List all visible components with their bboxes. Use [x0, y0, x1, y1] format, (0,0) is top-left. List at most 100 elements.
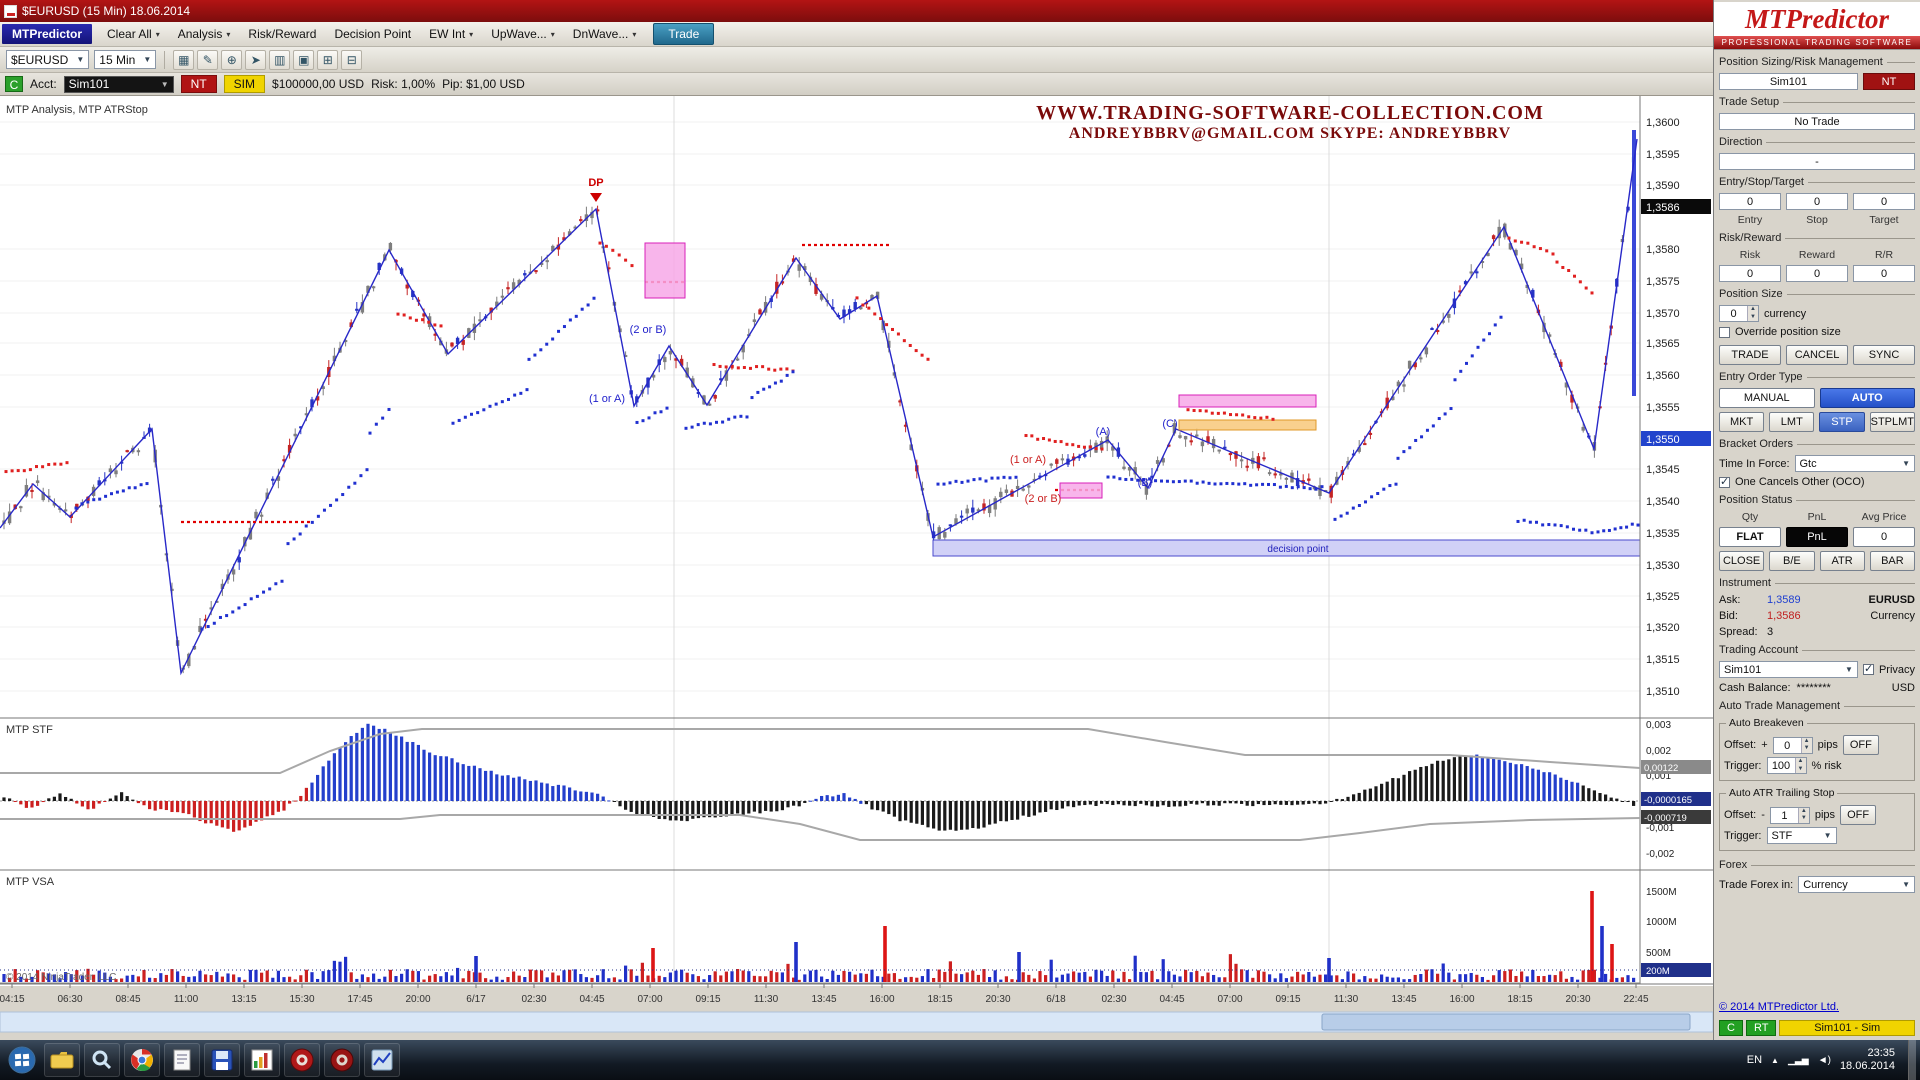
be-offset-stepper[interactable]: 0 ▲▼: [1773, 737, 1813, 754]
logo-title: MTPredictor: [1714, 2, 1920, 36]
svg-text:1,3545: 1,3545: [1646, 464, 1680, 476]
sync-button[interactable]: SYNC: [1853, 345, 1915, 365]
draw-pencil-icon[interactable]: ✎: [197, 50, 218, 70]
window-title: $EURUSD (15 Min) 18.06.2014: [22, 4, 1812, 18]
mtpredictor-link[interactable]: © 2014 MTPredictor Ltd.: [1719, 1001, 1915, 1013]
be-trigger-stepper[interactable]: 100 ▲▼: [1767, 757, 1807, 774]
menu-item-risk-reward[interactable]: Risk/Reward: [239, 24, 325, 44]
show-desktop-button[interactable]: [1908, 1040, 1916, 1080]
atr-offset-stepper[interactable]: 1 ▲▼: [1770, 807, 1810, 824]
system-tray: EN ▲ ▁▃▅ ◄) 23:35 18.06.2014: [1747, 1040, 1916, 1080]
svg-text:1,3600: 1,3600: [1646, 117, 1680, 129]
folder-icon[interactable]: [44, 1043, 80, 1077]
svg-text:-0,0000165: -0,0000165: [1644, 795, 1692, 806]
network-icon[interactable]: ▁▃▅: [1788, 1055, 1809, 1066]
privacy-checkbox[interactable]: [1863, 664, 1874, 675]
mtpredictor-icon[interactable]: [364, 1043, 400, 1077]
indicators-icon[interactable]: ▦: [173, 50, 194, 70]
chevron-down-icon: ▼: [76, 55, 84, 64]
save-icon[interactable]: [204, 1043, 240, 1077]
reward-label: Reward: [1786, 249, 1848, 261]
mkt-button[interactable]: MKT: [1719, 412, 1764, 432]
interval-selector[interactable]: 15 Min▼: [94, 50, 156, 69]
tif-selector[interactable]: Gtc▼: [1795, 455, 1916, 472]
ninjatrader-icon-1[interactable]: [284, 1043, 320, 1077]
svg-text:-0,001: -0,001: [1646, 823, 1675, 834]
position-size-stepper[interactable]: 0 ▲▼: [1719, 305, 1759, 322]
grid-icon[interactable]: ⊞: [317, 50, 338, 70]
atr-off-button[interactable]: OFF: [1840, 805, 1876, 825]
entry-field[interactable]: 0: [1719, 193, 1781, 210]
auto-button[interactable]: AUTO: [1820, 388, 1916, 408]
section-direction: Direction: [1719, 136, 1915, 148]
atr-pips-label: pips: [1815, 809, 1835, 821]
atr-trigger-selector[interactable]: STF▼: [1767, 827, 1837, 844]
language-indicator[interactable]: EN: [1747, 1054, 1762, 1066]
svg-text:02:30: 02:30: [521, 994, 546, 1005]
cancel-button[interactable]: CANCEL: [1786, 345, 1848, 365]
taskbar-clock[interactable]: 23:35 18.06.2014: [1840, 1047, 1895, 1073]
menu-bar: MTPredictor Clear All▾Analysis▾Risk/Rewa…: [0, 22, 1920, 47]
stop-field[interactable]: 0: [1786, 193, 1848, 210]
menu-item-ew-int[interactable]: EW Int▾: [420, 24, 482, 44]
be-pips-label: pips: [1818, 739, 1838, 751]
account-selector[interactable]: Sim101▼: [64, 76, 174, 93]
close-position-button[interactable]: CLOSE: [1719, 551, 1764, 571]
stplmt-button[interactable]: STPLMT: [1870, 412, 1915, 432]
risk-text: Risk: 1,00%: [371, 77, 435, 91]
svg-text:1,3570: 1,3570: [1646, 308, 1680, 320]
start-button[interactable]: [4, 1043, 40, 1077]
notepad-icon[interactable]: [164, 1043, 200, 1077]
instrument-symbol: EURUSD: [1819, 594, 1915, 606]
atr-button[interactable]: ATR: [1820, 551, 1865, 571]
chart-style-icon[interactable]: ▥: [269, 50, 290, 70]
ninjatrader-icon-2[interactable]: [324, 1043, 360, 1077]
menu-item-dnwave[interactable]: DnWave...▾: [564, 24, 646, 44]
be-offset-sign: +: [1761, 739, 1767, 751]
breakeven-button[interactable]: B/E: [1769, 551, 1814, 571]
be-trigger-label: Trigger:: [1724, 760, 1762, 772]
svg-text:200M: 200M: [1646, 966, 1670, 977]
excel-icon[interactable]: [244, 1043, 280, 1077]
tray-expand-icon[interactable]: ▲: [1771, 1056, 1779, 1065]
oco-checkbox[interactable]: [1719, 477, 1730, 488]
clipboard-icon[interactable]: ⊟: [341, 50, 362, 70]
be-trigger-unit: % risk: [1812, 760, 1842, 772]
mtpredictor-menu-brand[interactable]: MTPredictor: [2, 24, 92, 44]
section-risk-reward: Risk/Reward: [1719, 232, 1915, 244]
auto-atr-title: Auto ATR Trailing Stop: [1726, 787, 1837, 799]
symbol-selector[interactable]: $EURUSD▼: [6, 50, 89, 69]
section-position-status: Position Status: [1719, 494, 1915, 506]
svg-text:11:00: 11:00: [174, 994, 199, 1005]
svg-text:11:30: 11:30: [754, 994, 779, 1005]
manual-button[interactable]: MANUAL: [1719, 388, 1815, 408]
trade-button[interactable]: TRADE: [1719, 345, 1781, 365]
menu-item-upwave[interactable]: UpWave...▾: [482, 24, 564, 44]
volume-icon[interactable]: ◄): [1818, 1055, 1831, 1066]
svg-text:1,3595: 1,3595: [1646, 149, 1680, 161]
trade-menu-button[interactable]: Trade: [653, 23, 714, 45]
chrome-icon[interactable]: [124, 1043, 160, 1077]
stepper-arrows[interactable]: ▲▼: [1747, 306, 1758, 321]
account-bar: C Acct: Sim101▼ NT SIM $100000,00 USD Ri…: [0, 73, 1920, 96]
trading-account-selector[interactable]: Sim101▼: [1719, 661, 1858, 678]
trade-forex-selector[interactable]: Currency▼: [1798, 876, 1915, 893]
psm-account-box: Sim101: [1719, 73, 1858, 90]
search-icon[interactable]: [84, 1043, 120, 1077]
lmt-button[interactable]: LMT: [1769, 412, 1814, 432]
stp-button[interactable]: STP: [1819, 412, 1864, 432]
nt-badge: NT: [181, 75, 217, 93]
target-field[interactable]: 0: [1853, 193, 1915, 210]
cursor-icon[interactable]: ➤: [245, 50, 266, 70]
menu-item-decision-point[interactable]: Decision Point: [325, 24, 420, 44]
bar-button[interactable]: BAR: [1870, 551, 1915, 571]
chevron-down-icon: ▼: [1845, 665, 1853, 674]
zoom-icon[interactable]: ⊕: [221, 50, 242, 70]
price-chart-canvas[interactable]: decision pointDP(2 or B)(1 or A)(A)(B)(C…: [0, 96, 1713, 1040]
menu-item-analysis[interactable]: Analysis▾: [169, 24, 240, 44]
balance-text: $100000,00 USD: [272, 77, 364, 91]
menu-item-clear-all[interactable]: Clear All▾: [98, 24, 169, 44]
snapshot-icon[interactable]: ▣: [293, 50, 314, 70]
override-checkbox[interactable]: [1719, 327, 1730, 338]
be-off-button[interactable]: OFF: [1843, 735, 1879, 755]
